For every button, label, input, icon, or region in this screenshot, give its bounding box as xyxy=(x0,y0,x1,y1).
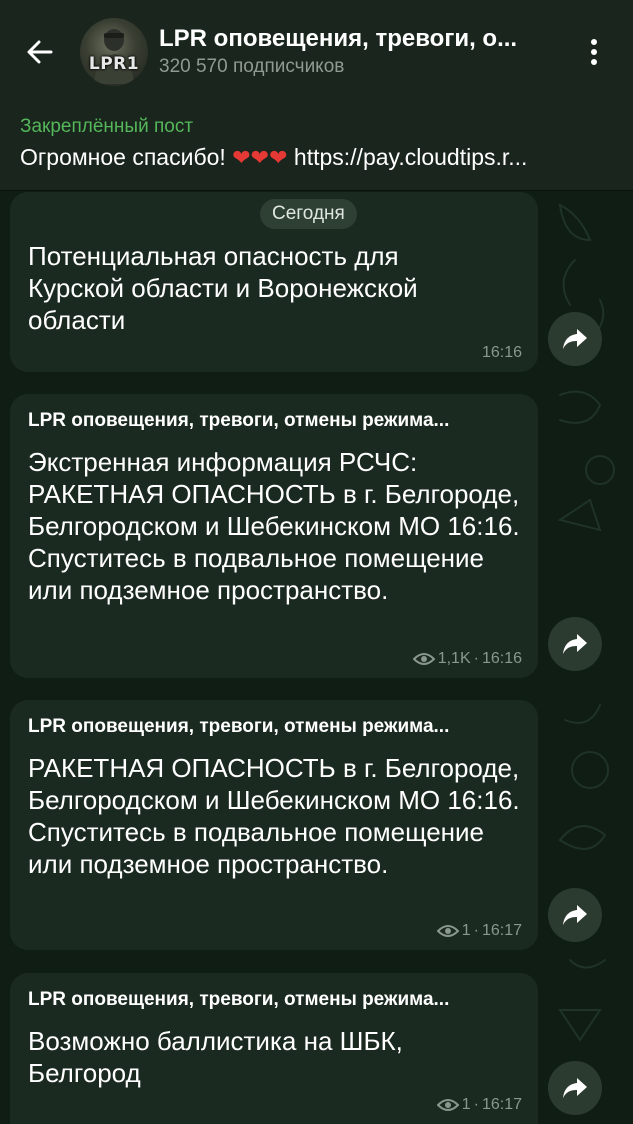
message-sender: LPR оповещения, тревоги, отмены режима..… xyxy=(28,410,450,431)
view-count: 1 xyxy=(461,1096,471,1113)
share-arrow-icon xyxy=(563,905,587,925)
share-arrow-icon xyxy=(563,634,587,654)
view-count: 1 xyxy=(461,922,471,939)
pinned-message-bar[interactable]: Закреплённый пост Огромное спасибо! ❤❤❤ … xyxy=(0,104,633,191)
pinned-label: Закреплённый пост xyxy=(20,116,194,137)
message-bubble[interactable]: LPR оповещения, тревоги, отмены режима..… xyxy=(10,700,538,950)
message-meta: 1 · 16:17 xyxy=(436,1096,522,1114)
message-text: Возможно баллистика на ШБК, Белгород xyxy=(28,1026,403,1088)
pinned-text-link: https://pay.cloudtips.r... xyxy=(287,144,528,170)
forward-button[interactable] xyxy=(548,888,602,942)
message-text: РАКЕТНАЯ ОПАСНОСТЬ в г. Белгороде, Белго… xyxy=(28,753,520,879)
more-options-button[interactable] xyxy=(574,30,614,74)
hearts-emoji-icon: ❤❤❤ xyxy=(232,146,288,171)
message-sender: LPR оповещения, тревоги, отмены режима..… xyxy=(28,989,450,1010)
pinned-text-start: Огромное спасибо! xyxy=(20,144,233,170)
message-time: 16:17 xyxy=(481,922,522,939)
forward-button[interactable] xyxy=(548,617,602,671)
forward-button[interactable] xyxy=(548,1061,602,1115)
message-meta: 1 · 16:17 xyxy=(436,922,522,940)
share-arrow-icon xyxy=(563,329,587,349)
arrow-left-icon xyxy=(27,40,53,64)
views-eye-icon xyxy=(436,1099,459,1111)
message-time: 16:16 xyxy=(481,344,522,361)
view-count: 1,1K xyxy=(437,650,471,667)
subscriber-count: 320 570 подписчиков xyxy=(159,56,345,77)
more-vertical-icon xyxy=(591,39,597,65)
channel-header: LPR1 LPR оповещения, тревоги, о... 320 5… xyxy=(0,0,633,105)
date-separator: Сегодня xyxy=(260,199,357,229)
message-meta: 16:16 xyxy=(482,344,522,362)
message-sender: LPR оповещения, тревоги, отмены режима..… xyxy=(28,716,450,737)
meta-separator: · xyxy=(473,922,479,939)
meta-separator: · xyxy=(473,1096,479,1113)
forward-button[interactable] xyxy=(548,312,602,366)
channel-avatar[interactable]: LPR1 xyxy=(80,18,148,86)
message-time: 16:16 xyxy=(481,650,522,667)
message-bubble[interactable]: LPR оповещения, тревоги, отмены режима..… xyxy=(10,973,538,1124)
chat-screen: LPR1 LPR оповещения, тревоги, о... 320 5… xyxy=(0,0,633,1124)
message-bubble[interactable]: LPR оповещения, тревоги, отмены режима..… xyxy=(10,394,538,678)
soldier-silhouette-icon xyxy=(94,29,134,84)
pinned-text: Огромное спасибо! ❤❤❤ https://pay.cloudt… xyxy=(20,144,620,171)
views-eye-icon xyxy=(412,653,435,665)
meta-separator: · xyxy=(473,650,479,667)
message-text: Потенциальная опасность для Курской обла… xyxy=(28,241,418,335)
message-time: 16:17 xyxy=(481,1096,522,1113)
back-button[interactable] xyxy=(18,30,62,74)
channel-title[interactable]: LPR оповещения, тревоги, о... xyxy=(159,25,554,53)
message-meta: 1,1K · 16:16 xyxy=(412,650,522,668)
views-eye-icon xyxy=(436,925,459,937)
message-text: Экстренная информация РСЧС: РАКЕТНАЯ ОПА… xyxy=(28,447,520,605)
avatar-logo-text: LPR1 xyxy=(88,54,140,74)
share-arrow-icon xyxy=(563,1078,587,1098)
